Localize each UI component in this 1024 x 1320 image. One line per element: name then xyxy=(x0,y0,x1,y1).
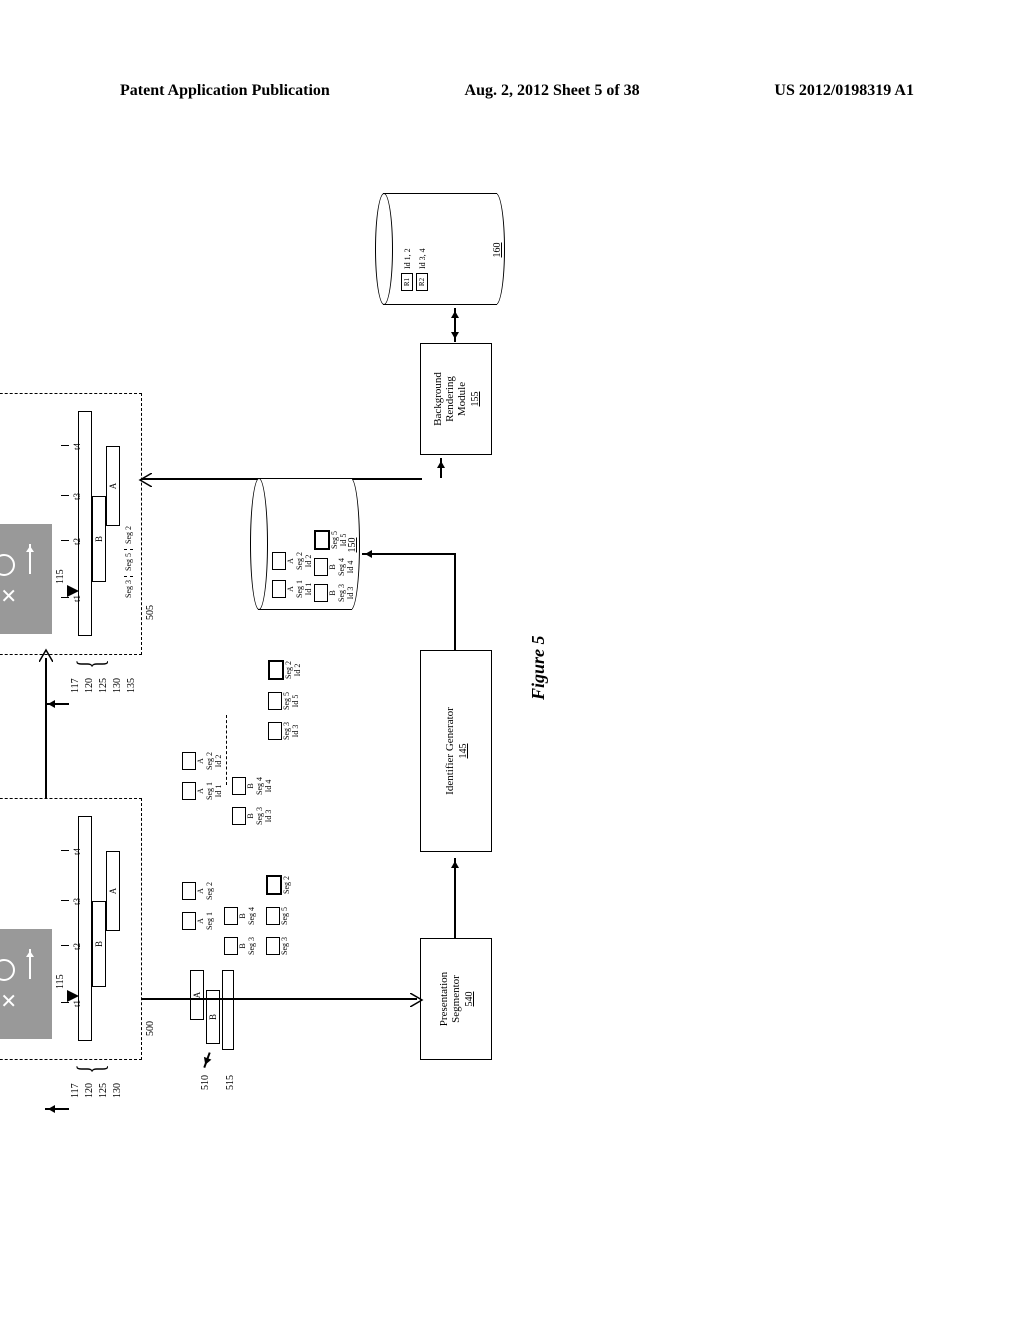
figure-5: 110 ✕ 115 116 B A t1 t2 t3 t4 xyxy=(80,310,960,930)
seg2-lbl: Seg 2 xyxy=(124,526,133,547)
track-B: B xyxy=(92,496,106,582)
arrow-icon xyxy=(29,949,31,979)
ref-155: 155 xyxy=(470,392,481,407)
stickfigure-icon: ✕ xyxy=(0,587,22,604)
ref-115b: 115 xyxy=(55,569,66,584)
track-A: A xyxy=(106,446,120,526)
track-B: B xyxy=(92,901,106,987)
result-store-cylinder: 160 R1Id 1, 2 R2Id 3, 4 xyxy=(375,195,505,305)
header-center: Aug. 2, 2012 Sheet 5 of 38 xyxy=(465,82,640,100)
seg3-lbl: Seg 3 xyxy=(124,576,133,598)
editor-panel-505: 110 ✕ 115 116 B A Seg 3 Seg 5 Seg 2 xyxy=(0,393,142,655)
ref-500: 500 xyxy=(145,1021,156,1036)
brace-icon: { xyxy=(72,1064,110,1073)
arrow-icon xyxy=(29,544,31,574)
open-arrowhead-icon xyxy=(410,993,424,1007)
ref-540: 540 xyxy=(464,992,475,1007)
ref-130: 130 xyxy=(112,1083,123,1098)
lane-view: A B xyxy=(190,970,230,1050)
t4: t4 xyxy=(72,848,82,855)
t3: t3 xyxy=(72,898,82,905)
seg-grid-stage2-top: ASeg 1Id 1 ASeg 2Id 2 xyxy=(182,752,223,800)
ref-120: 120 xyxy=(84,1083,95,1098)
ref-510: 510 xyxy=(200,1075,211,1090)
ref-505: 505 xyxy=(145,605,156,620)
seg5-lbl: Seg 5 xyxy=(124,549,133,574)
circle-icon xyxy=(0,554,15,576)
header-right: US 2012/0198319 A1 xyxy=(774,82,914,100)
ref-125: 125 xyxy=(98,1083,109,1098)
open-arrowhead-icon xyxy=(39,648,53,662)
open-arrowhead-icon xyxy=(138,473,152,487)
t2: t2 xyxy=(72,943,82,950)
bidir-arrow xyxy=(454,308,456,342)
seg-grid-stage2-bot: Seg 3Id 3 Seg 5Id 5 Seg 2Id 2 xyxy=(268,660,302,740)
seg-grid-stage1-mid: BSeg 3 BSeg 4 xyxy=(224,907,256,955)
figure-label: Figure 5 xyxy=(528,635,549,700)
seg-grid-stage1-bot: Seg 3 Seg 5 Seg 2 xyxy=(266,875,291,955)
preview-area-2: ✕ xyxy=(0,524,52,634)
background-rendering-module-box: Background Rendering Module 155 xyxy=(420,343,492,455)
ref-160: 160 xyxy=(492,195,503,305)
identifier-generator-box: Identifier Generator 145 xyxy=(420,650,492,852)
circle-icon xyxy=(0,959,15,981)
brace-icon: { xyxy=(72,659,110,668)
stickfigure-icon: ✕ xyxy=(0,992,22,1009)
presentation-segmentor-box: Presentation Segmentor 540 xyxy=(420,938,492,1060)
header-left: Patent Application Publication xyxy=(120,82,330,100)
t1: t1 xyxy=(72,1000,82,1007)
ref-515: 515 xyxy=(225,1075,236,1090)
ref-115: 115 xyxy=(55,974,66,989)
editor-panel-500: 110 ✕ 115 116 B A t1 t2 t3 t4 xyxy=(0,798,142,1060)
up-arrow-icon xyxy=(45,1109,69,1111)
track-A: A xyxy=(106,851,120,931)
preview-area: ✕ xyxy=(0,929,52,1039)
ref-117: 117 xyxy=(70,1083,81,1098)
seg-grid-stage1-top: ASeg 1 ASeg 2 xyxy=(182,882,214,930)
seg-grid-stage2-mid: BSeg 3Id 3 BSeg 4Id 4 xyxy=(232,777,273,825)
queue-cylinder: 150 ASeg 1Id 1 ASeg 2Id 2 BSeg 3Id 3 BSe… xyxy=(250,480,360,610)
connector-arrow xyxy=(45,658,47,798)
ref-145: 145 xyxy=(458,744,469,759)
